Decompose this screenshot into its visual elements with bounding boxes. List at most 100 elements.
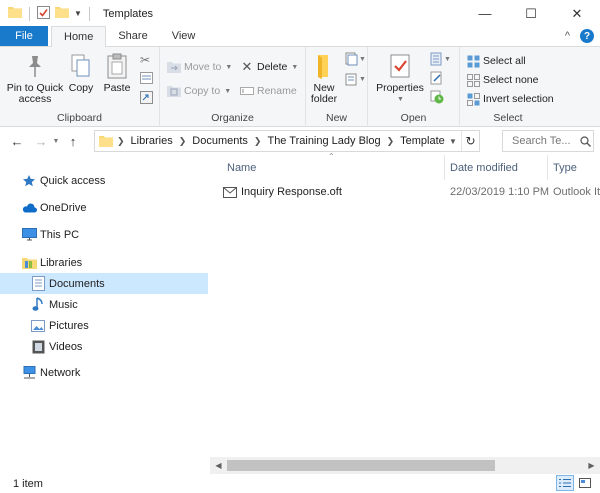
navigation-bar: ← → ▼ ↑ ❯ Libraries ❯ Documents ❯ The Tr…	[0, 128, 600, 155]
expand-ribbon-icon[interactable]: ^	[565, 30, 570, 42]
column-header-name[interactable]: Name	[227, 155, 256, 180]
organize-group: Move to ▼ Copy to ▼ ✕ Delete ▼ Rename Organ…	[160, 47, 306, 127]
customize-qat-icon[interactable]: ▼	[74, 9, 82, 18]
pin-icon	[20, 51, 50, 81]
up-button[interactable]: ↑	[64, 131, 82, 153]
address-dropdown-icon[interactable]: ▼	[445, 137, 461, 146]
forward-button[interactable]: →	[32, 131, 50, 153]
maximize-button[interactable]: ☐	[508, 0, 554, 27]
select-all-button[interactable]: Select all	[466, 52, 526, 70]
move-to-button[interactable]: Move to ▼	[167, 58, 232, 76]
close-button[interactable]: ✕	[554, 0, 600, 27]
open-group-label: Open	[400, 112, 427, 124]
new-folder-icon	[309, 51, 339, 81]
invert-selection-icon	[466, 92, 480, 106]
search-box[interactable]: Search Te...	[502, 130, 594, 152]
table-row[interactable]: Inquiry Response.oft 22/03/2019 1:10 PM …	[223, 182, 600, 202]
refresh-icon[interactable]: ↻	[461, 131, 479, 151]
details-view-button[interactable]	[556, 475, 574, 491]
open-group: Properties ▼ ▼ Open	[368, 47, 460, 127]
network-icon	[21, 365, 37, 381]
new-folder-qat-icon[interactable]	[55, 6, 69, 21]
organize-group-label: Organize	[211, 112, 254, 124]
paste-button[interactable]: Paste	[102, 51, 132, 94]
invert-selection-button[interactable]: Invert selection	[466, 90, 554, 108]
breadcrumb-separator-icon[interactable]: ❯	[254, 136, 262, 147]
video-icon	[30, 339, 46, 355]
tab-view[interactable]: View	[160, 26, 208, 46]
search-input[interactable]: Search Te...	[512, 135, 577, 147]
select-group-label: Select	[493, 112, 523, 124]
rename-button[interactable]: Rename	[240, 82, 297, 100]
rename-icon	[240, 84, 254, 98]
nav-item-libraries[interactable]: Libraries	[0, 252, 208, 273]
quick-access-toolbar: ▼ Templates	[0, 0, 153, 27]
large-icons-view-button[interactable]	[576, 475, 594, 491]
cloud-icon	[21, 200, 37, 216]
delete-icon: ✕	[241, 59, 253, 74]
paste-icon	[102, 51, 132, 81]
column-header-type[interactable]: Type	[553, 155, 577, 180]
large-icons-view-icon	[579, 478, 591, 488]
nav-item-documents[interactable]: Documents	[0, 273, 208, 294]
details-view-icon	[559, 478, 571, 488]
copy-icon	[66, 51, 96, 81]
breadcrumb-separator-icon[interactable]: ❯	[387, 136, 395, 147]
scrollbar-thumb[interactable]	[227, 460, 495, 471]
scroll-right-icon[interactable]: ▶	[583, 457, 600, 474]
cut-icon[interactable]: ✂	[140, 53, 150, 67]
address-bar[interactable]: ❯ Libraries ❯ Documents ❯ The Training L…	[94, 130, 480, 152]
breadcrumb-documents[interactable]: Documents	[192, 135, 248, 147]
copy-path-icon[interactable]	[140, 72, 153, 87]
nav-item-network[interactable]: Network	[0, 362, 208, 383]
file-type: Outlook It	[553, 186, 600, 198]
window-title: Templates	[102, 7, 154, 20]
file-date-modified: 22/03/2019 1:10 PM	[450, 186, 550, 198]
copy-to-button[interactable]: Copy to ▼	[167, 82, 231, 100]
file-name: Inquiry Response.oft	[241, 186, 342, 198]
delete-button[interactable]: ✕ Delete ▼	[240, 58, 299, 76]
open-icon[interactable]: ▼	[430, 52, 451, 66]
item-count: 1 item	[13, 477, 43, 490]
breadcrumb-templates[interactable]: Templates	[400, 135, 445, 147]
new-item-icon[interactable]: ▼	[344, 52, 366, 66]
nav-item-pictures[interactable]: Pictures	[0, 315, 208, 336]
breadcrumb-separator-icon[interactable]: ❯	[179, 136, 187, 147]
nav-item-this-pc[interactable]: This PC	[0, 224, 208, 245]
easy-access-icon[interactable]: ▼	[344, 72, 366, 86]
new-group: New folder ▼ ▼ New	[306, 47, 368, 127]
properties-qat-icon[interactable]	[37, 5, 50, 22]
scroll-left-icon[interactable]: ◀	[210, 457, 227, 474]
select-none-icon	[466, 73, 480, 87]
select-none-button[interactable]: Select none	[466, 71, 538, 89]
recent-locations-button[interactable]: ▼	[50, 131, 62, 153]
minimize-button[interactable]: —	[462, 0, 508, 27]
libraries-icon	[21, 255, 37, 271]
tab-home[interactable]: Home	[51, 26, 107, 47]
nav-item-videos[interactable]: Videos	[0, 336, 208, 357]
select-group: Select all Select none Invert selection …	[460, 47, 556, 127]
star-icon	[21, 173, 37, 189]
tab-share[interactable]: Share	[106, 26, 159, 46]
horizontal-scrollbar[interactable]: ◀ ▶	[210, 457, 600, 474]
tab-file[interactable]: File	[0, 26, 48, 46]
back-button[interactable]: ←	[8, 131, 26, 153]
properties-button[interactable]: Properties ▼	[376, 51, 424, 105]
pin-to-quick-access-button[interactable]: Pin to Quick access	[4, 51, 66, 105]
paste-shortcut-icon[interactable]	[140, 90, 153, 107]
history-icon[interactable]	[430, 90, 444, 107]
nav-item-quick-access[interactable]: Quick access	[0, 170, 208, 191]
new-folder-button[interactable]: New folder	[308, 51, 340, 105]
nav-item-onedrive[interactable]: OneDrive	[0, 197, 208, 218]
music-icon	[30, 297, 46, 313]
column-header-date-modified[interactable]: Date modified	[450, 155, 518, 180]
move-to-icon	[167, 60, 181, 74]
copy-button[interactable]: Copy	[66, 51, 96, 94]
nav-item-music[interactable]: Music	[0, 294, 208, 315]
help-icon[interactable]: ?	[580, 29, 594, 43]
breadcrumb-separator-icon: ❯	[117, 135, 125, 146]
title-bar: ▼ Templates — ☐ ✕	[0, 0, 600, 27]
breadcrumb-blog[interactable]: The Training Lady Blog	[267, 135, 380, 147]
breadcrumb-libraries[interactable]: Libraries	[131, 135, 173, 147]
edit-icon[interactable]	[430, 71, 443, 88]
